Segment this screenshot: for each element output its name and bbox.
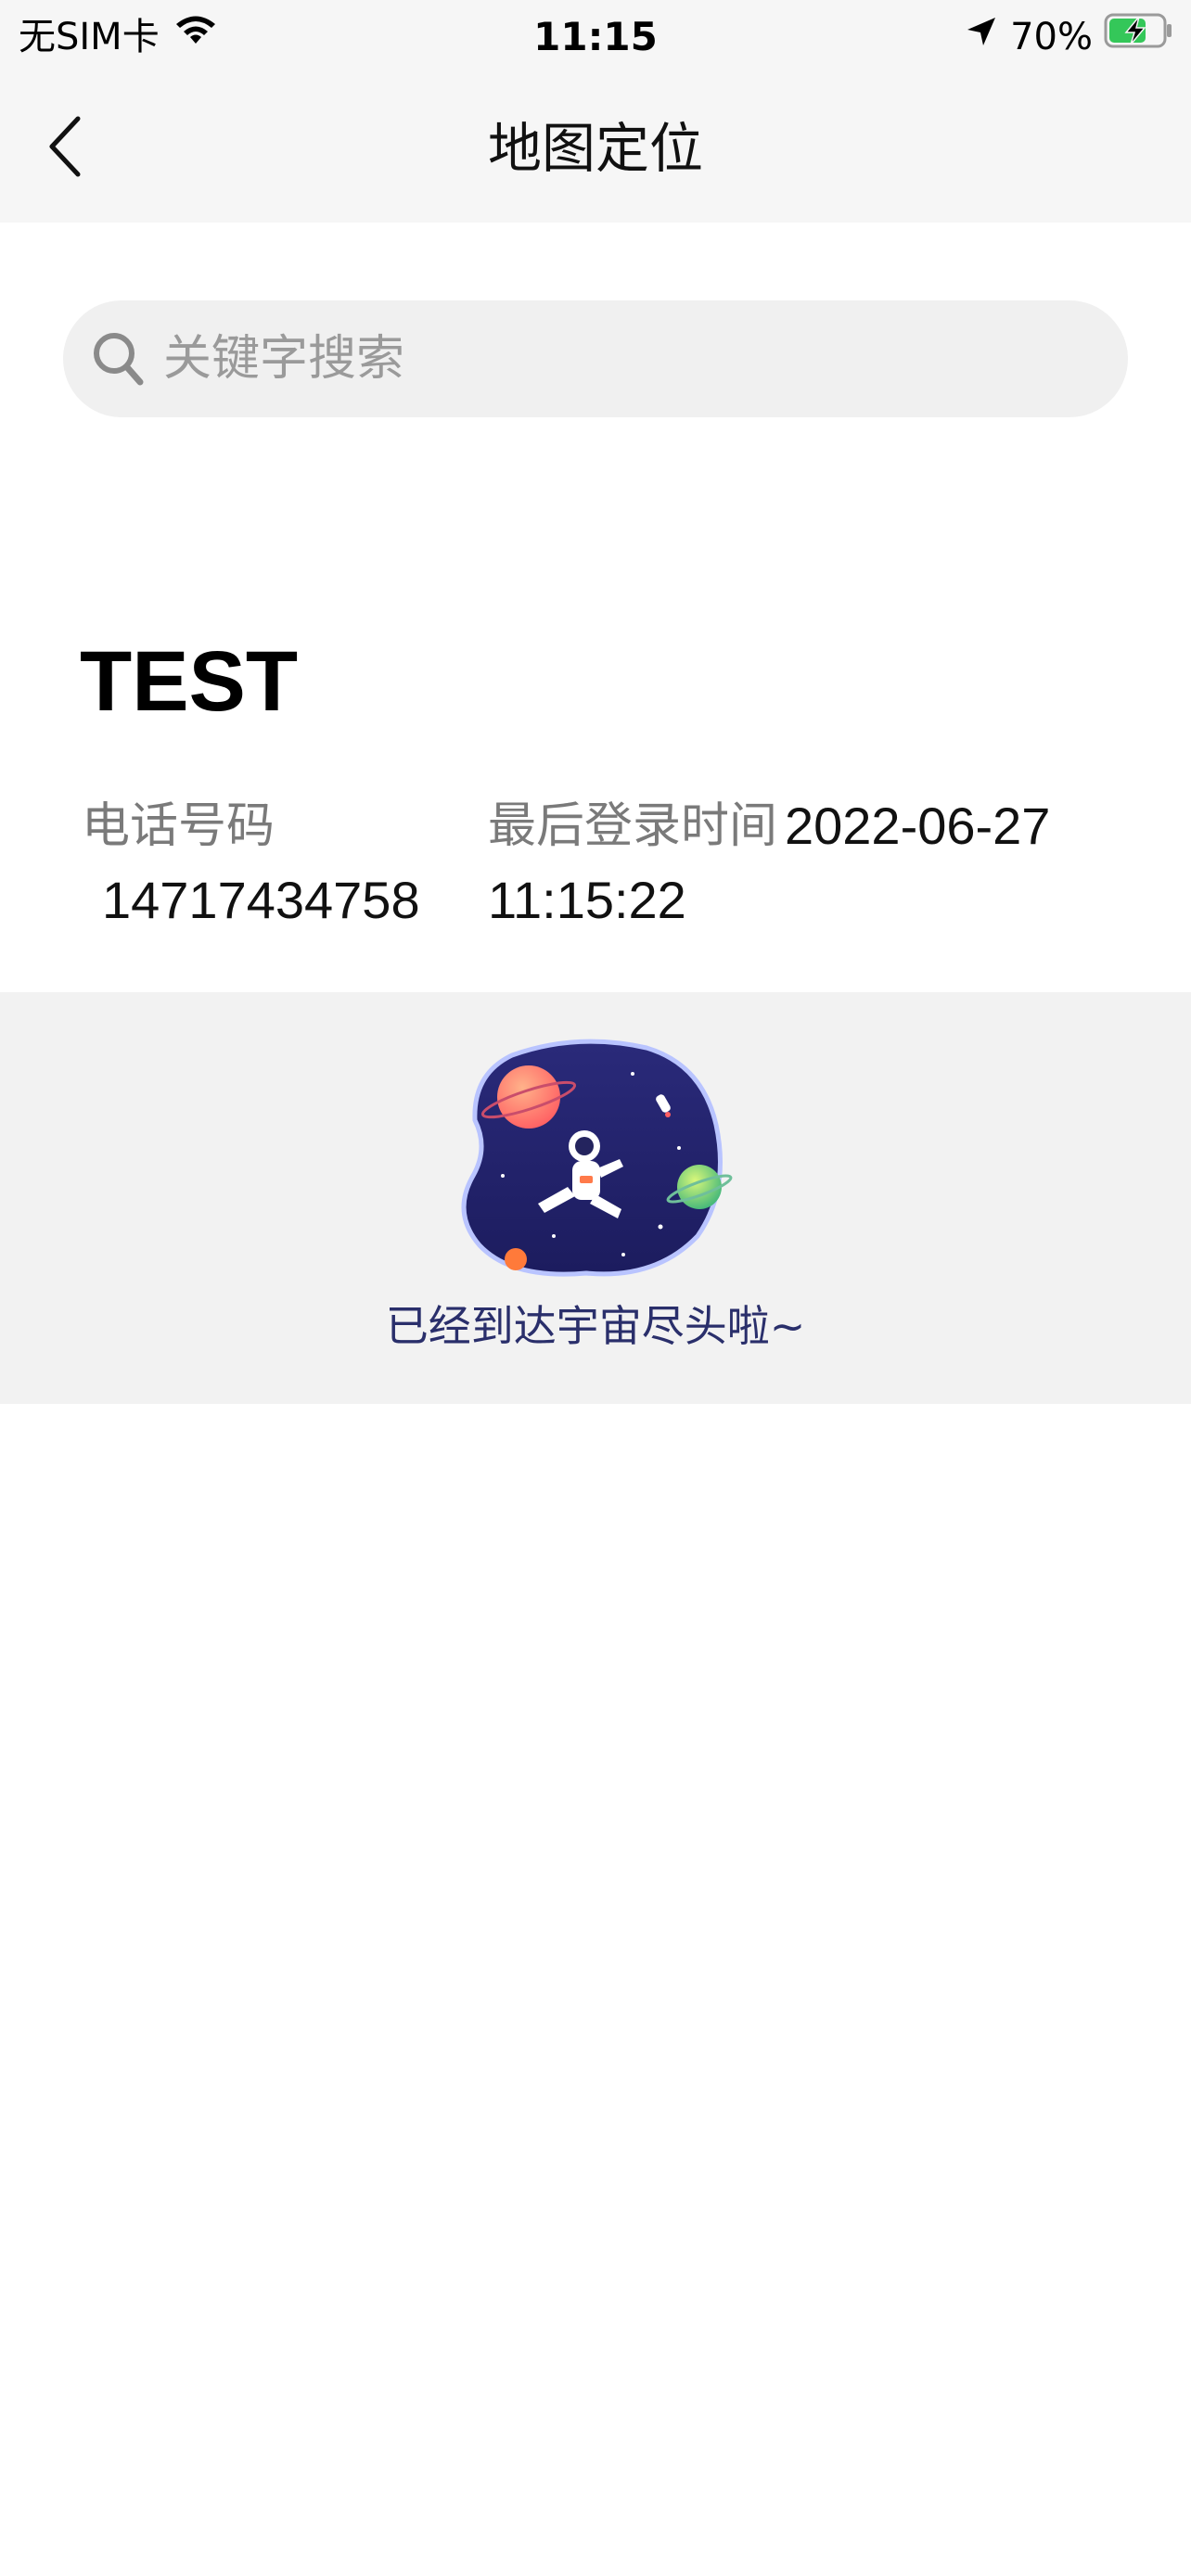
search-input[interactable] xyxy=(161,312,1070,405)
search-icon xyxy=(85,326,150,391)
search-bar[interactable] xyxy=(63,300,1128,417)
main-content: TEST 电话号码 14717434758 最后登录时间 2022-06-27 … xyxy=(0,223,1191,992)
last-login-label: 最后登录时间 xyxy=(488,798,778,854)
location-arrow-icon xyxy=(964,11,999,63)
phone-value: 14717434758 xyxy=(102,871,420,929)
user-name: TEST xyxy=(80,634,299,729)
status-bar: 无SIM卡 11:15 70% xyxy=(0,0,1191,74)
astronaut-space-illustration xyxy=(447,1037,744,1280)
last-login-date: 2022-06-27 xyxy=(785,797,1051,855)
battery-charging-icon xyxy=(1104,11,1174,63)
battery-percent: 70% xyxy=(1010,16,1093,58)
phone-label: 电话号码 xyxy=(82,798,275,854)
last-login-time: 11:15:22 xyxy=(488,871,686,929)
status-right: 70% xyxy=(964,11,1174,63)
nav-bar: 地图定位 xyxy=(0,74,1191,223)
page-title: 地图定位 xyxy=(487,117,703,180)
end-of-list-section: 已经到达宇宙尽头啦~ xyxy=(0,992,1191,1404)
end-of-list-text: 已经到达宇宙尽头啦~ xyxy=(385,1301,806,1351)
